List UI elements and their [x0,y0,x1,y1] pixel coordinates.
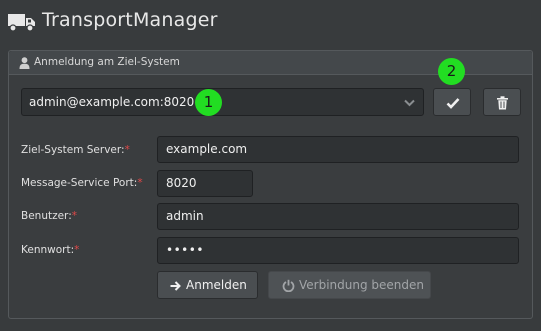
connection-select[interactable]: admin@example.com:8020 [21,88,424,116]
disconnect-button-label: Verbindung beenden [299,278,425,292]
chevron-down-icon [404,99,415,107]
user-icon [19,57,30,69]
login-button-label: Anmelden [186,278,247,292]
trash-icon [497,96,508,110]
power-icon [282,279,295,292]
port-field[interactable]: 8020 [157,170,253,197]
truck-icon [8,14,35,32]
server-label: Ziel-System Server:* [21,144,130,156]
disconnect-button[interactable]: Verbindung beenden [268,271,431,299]
confirm-button[interactable] [433,88,471,116]
marker-1: 1 [195,89,222,116]
port-label: Message-Service Port:* [21,177,143,189]
delete-button[interactable] [483,88,521,116]
user-field[interactable]: admin [157,203,519,230]
app-header: TransportManager [0,0,541,44]
marker-2: 2 [438,58,465,85]
connection-select-value: admin@example.com:8020 [29,95,195,109]
user-label: Benutzer:* [21,210,77,222]
arrow-right-icon [170,281,181,291]
server-field[interactable]: example.com [157,136,519,163]
password-field[interactable]: ••••• [157,237,519,264]
login-panel: Anmeldung am Ziel-System admin@example.c… [8,50,533,319]
login-button[interactable]: Anmelden [157,271,258,299]
app-title: TransportManager [42,9,218,31]
panel-title: Anmeldung am Ziel-System [34,56,180,68]
check-icon [446,98,460,109]
password-label: Kennwort:* [21,244,80,256]
